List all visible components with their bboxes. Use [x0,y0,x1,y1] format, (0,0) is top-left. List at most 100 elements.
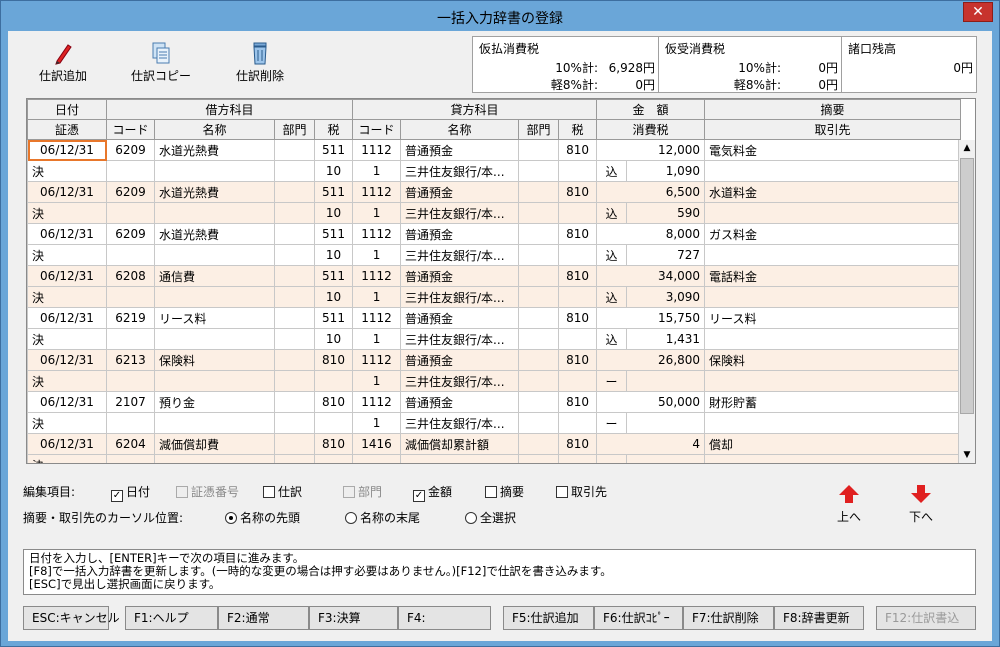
edit-item-checkbox[interactable]: 仕訳 [263,483,302,500]
credit-code-cell[interactable]: 1112 [352,223,402,245]
debit-name-cell[interactable] [154,370,275,392]
voucher-cell[interactable]: 決 [27,202,107,224]
table-row[interactable]: 決 10 1 三井住友銀行/本... 込 1,090 [27,160,962,182]
debit-dept-cell[interactable] [274,328,315,350]
journal-copy-button[interactable]: 仕訳コピー [121,39,201,89]
debit-tax-cell[interactable]: 10 [313,328,354,350]
debit-name-cell[interactable]: 保険料 [154,349,275,371]
debit-code-cell[interactable]: 2107 [106,391,155,413]
voucher-cell[interactable]: 決 [27,454,107,463]
credit-tax-cell[interactable] [558,412,598,434]
voucher-cell[interactable]: 決 [27,328,107,350]
debit-tax-cell[interactable]: 810 [313,391,354,413]
partner-cell[interactable] [704,328,962,350]
debit-dept-cell[interactable] [274,160,315,182]
credit-dept-cell[interactable] [518,328,560,350]
partner-cell[interactable] [704,286,962,308]
partner-cell[interactable] [704,160,962,182]
close-button[interactable]: ✕ [963,2,993,22]
debit-code-cell[interactable]: 6209 [106,181,155,203]
move-up-button[interactable]: 上へ [824,483,874,525]
tax-amount-cell[interactable] [626,370,706,392]
credit-tax-cell[interactable] [558,454,598,463]
voucher-cell[interactable]: 決 [27,160,107,182]
credit-dept-cell[interactable] [518,349,560,371]
credit-name-cell[interactable]: 普通預金 [400,349,520,371]
credit-tax-cell[interactable]: 810 [558,181,598,203]
f6-journal-copy-button[interactable]: F6:仕訳ｺﾋﾟｰ [594,606,683,630]
debit-dept-cell[interactable] [274,412,315,434]
edit-item-checkbox[interactable]: ✓ 日付 [111,483,150,502]
date-cell[interactable]: 06/12/31 [27,181,107,203]
credit-code-cell[interactable]: 1 [352,328,402,350]
credit-code-cell[interactable]: 1112 [352,265,402,287]
credit-dept-cell[interactable] [518,286,560,308]
cursor-position-radio[interactable]: 名称の先頭 [225,509,300,526]
f8-update-dictionary-button[interactable]: F8:辞書更新 [774,606,864,630]
credit-code-cell[interactable]: 1416 [352,433,402,455]
tax-amount-cell[interactable]: 727 [626,244,706,266]
debit-dept-cell[interactable] [274,433,315,455]
partner-cell[interactable] [704,244,962,266]
credit-name-cell[interactable]: 普通預金 [400,307,520,329]
debit-dept-cell[interactable] [274,244,315,266]
credit-dept-cell[interactable] [518,370,560,392]
table-row[interactable]: 06/12/31 6204 減価償却費 810 1416 減価償却累計額 810 4 償却 [27,433,962,455]
debit-dept-cell[interactable] [274,202,315,224]
credit-tax-cell[interactable]: 810 [558,265,598,287]
debit-name-cell[interactable] [154,286,275,308]
credit-code-cell[interactable]: 1112 [352,181,402,203]
debit-code-cell[interactable] [106,412,155,434]
partner-cell[interactable] [704,412,962,434]
credit-name-cell[interactable]: 三井住友銀行/本... [400,160,520,182]
debit-name-cell[interactable]: 水道光熱費 [154,223,275,245]
memo-cell[interactable]: 水道料金 [704,181,962,203]
date-cell[interactable]: 06/12/31 [27,139,107,161]
f5-journal-add-button[interactable]: F5:仕訳追加 [503,606,594,630]
f2-normal-button[interactable]: F2:通常 [218,606,309,630]
debit-tax-cell[interactable]: 810 [313,349,354,371]
scroll-down-icon[interactable]: ▼ [959,447,975,463]
cursor-position-radio[interactable]: 全選択 [465,509,516,526]
credit-code-cell[interactable]: 1 [352,244,402,266]
debit-code-cell[interactable]: 6204 [106,433,155,455]
debit-code-cell[interactable] [106,160,155,182]
credit-code-cell[interactable]: 1 [352,370,402,392]
table-row[interactable]: 06/12/31 2107 預り金 810 1112 普通預金 810 50,000 財形貯蓄 [27,391,962,413]
credit-tax-cell[interactable] [558,370,598,392]
credit-dept-cell[interactable] [518,139,560,161]
debit-name-cell[interactable]: 預り金 [154,391,275,413]
debit-code-cell[interactable] [106,244,155,266]
debit-dept-cell[interactable] [274,181,315,203]
scroll-up-icon[interactable]: ▲ [959,140,975,157]
amount-cell[interactable]: 12,000 [596,139,706,161]
table-row[interactable]: 決 1 三井住友銀行/本... ー [27,370,962,392]
voucher-cell[interactable]: 決 [27,244,107,266]
memo-cell[interactable]: 電気料金 [704,139,962,161]
debit-code-cell[interactable] [106,370,155,392]
memo-cell[interactable]: ガス料金 [704,223,962,245]
debit-name-cell[interactable] [154,328,275,350]
scroll-thumb[interactable] [960,158,974,414]
credit-dept-cell[interactable] [518,433,560,455]
journal-delete-button[interactable]: 仕訳削除 [220,39,300,89]
date-cell[interactable]: 06/12/31 [27,223,107,245]
tax-mark-cell[interactable]: 込 [596,202,628,224]
credit-dept-cell[interactable] [518,244,560,266]
debit-tax-cell[interactable]: 810 [313,433,354,455]
amount-cell[interactable]: 26,800 [596,349,706,371]
debit-tax-cell[interactable]: 511 [313,223,354,245]
credit-name-cell[interactable]: 三井住友銀行/本... [400,412,520,434]
credit-name-cell[interactable] [400,454,520,463]
tax-amount-cell[interactable]: 1,431 [626,328,706,350]
debit-dept-cell[interactable] [274,454,315,463]
amount-cell[interactable]: 15,750 [596,307,706,329]
tax-mark-cell[interactable]: ー [596,412,628,434]
table-row[interactable]: 決 10 1 三井住友銀行/本... 込 3,090 [27,286,962,308]
debit-code-cell[interactable]: 6219 [106,307,155,329]
debit-code-cell[interactable] [106,328,155,350]
debit-tax-cell[interactable]: 10 [313,286,354,308]
credit-tax-cell[interactable]: 810 [558,223,598,245]
credit-dept-cell[interactable] [518,391,560,413]
debit-tax-cell[interactable] [313,454,354,463]
